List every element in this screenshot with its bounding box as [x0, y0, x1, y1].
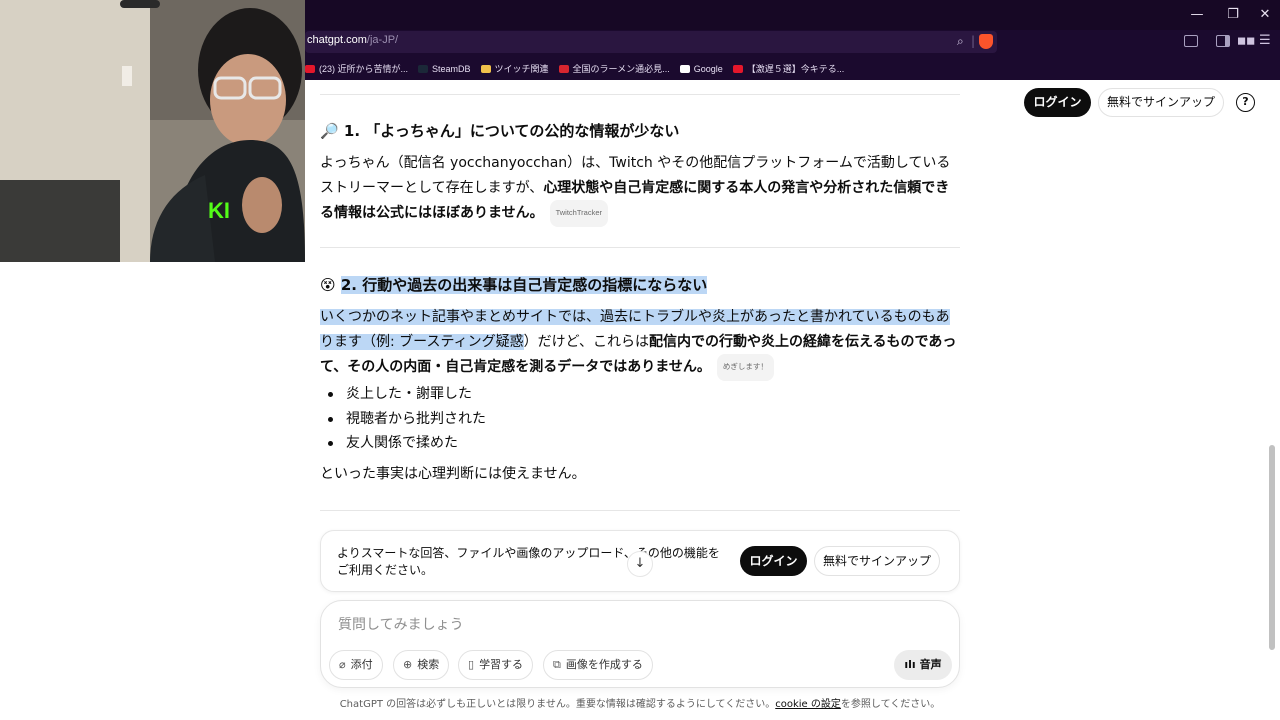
bookmark-favicon-icon	[732, 65, 743, 73]
separator: |	[971, 34, 976, 48]
bookmark-label: 【激遅５選】今キテる...	[746, 64, 845, 74]
magnifier-emoji-icon: 🔎	[320, 122, 339, 140]
close-window-button[interactable]: ✕	[1253, 4, 1277, 26]
section-title-2: 2. 行動や過去の出来事は自己肯定感の指標にならない	[340, 276, 708, 294]
paperclip-icon: ⌀	[339, 658, 346, 671]
sidebar-toggle-icon[interactable]	[1216, 35, 1230, 47]
svg-text:KI: KI	[208, 198, 230, 223]
promo-text: よりスマートな回答、ファイルや画像のアップロード、その他の機能をご利用ください。	[337, 546, 720, 577]
cookie-settings-link[interactable]: cookie の設定	[775, 699, 841, 710]
bookmark-item[interactable]: SteamDB	[418, 64, 471, 74]
disclaimer-text-end: を参照してください。	[840, 699, 941, 710]
voice-label: 音声	[919, 658, 942, 671]
zoom-icon[interactable]: ⌕	[957, 34, 964, 49]
brave-shields-icon[interactable]	[979, 34, 993, 49]
signup-button[interactable]: 無料でサインアップ	[1098, 88, 1224, 117]
bookmarks-bar: (23) 近所から苦情が... SteamDB ツイッチ関連 全国のラーメン通必見..…	[305, 58, 854, 76]
create-image-label: 画像を作成する	[565, 658, 643, 671]
webcam-overlay: KI	[0, 0, 305, 262]
bookmark-favicon-icon	[305, 65, 315, 73]
citation-chip[interactable]: めぎします！	[716, 354, 774, 381]
divider	[320, 94, 960, 95]
login-button[interactable]: ログイン	[1024, 88, 1091, 117]
webcam-image: KI	[0, 0, 305, 262]
bookmark-favicon-icon	[558, 65, 569, 73]
scrollbar[interactable]	[1268, 80, 1276, 720]
bookmark-favicon-icon	[418, 64, 429, 73]
url-text: chatgpt.com/ja-JP/	[307, 34, 399, 46]
disclaimer: ChatGPT の回答は必ずしも正しいとは限りません。重要な情報は確認するように…	[320, 695, 960, 710]
tab-search-icon[interactable]	[1184, 35, 1198, 47]
section-title-1: 1. 「よっちゃん」についての公的な情報が少ない	[343, 122, 680, 140]
waveform-icon: ılı	[904, 658, 916, 671]
conclusion-text: といった事実は心理判断には使えません。	[320, 466, 586, 482]
promo-signup-button[interactable]: 無料でサインアップ	[814, 546, 940, 576]
list-item: 視聴者から批判された	[326, 407, 486, 432]
list-item: 友人関係で揉めた	[326, 431, 486, 456]
divider	[320, 247, 960, 248]
study-label: 学習する	[479, 658, 524, 671]
bookmark-label: (23) 近所から苦情が...	[319, 64, 409, 74]
divider	[320, 510, 960, 511]
bookmark-item[interactable]: 全国のラーメン通必見...	[558, 62, 670, 75]
paragraph-text: ）だけど、これらは	[523, 333, 649, 350]
citation-chip[interactable]: TwitchTracker	[549, 200, 608, 227]
bookmark-favicon-icon	[679, 64, 690, 73]
attach-label: 添付	[350, 658, 373, 671]
bookmark-item[interactable]: 【激遅５選】今キテる...	[732, 62, 845, 75]
promo-login-button[interactable]: ログイン	[740, 546, 807, 576]
bookmark-label: 全国のラーメン通必見...	[572, 64, 670, 74]
prompt-input[interactable]	[338, 615, 938, 635]
highlighted-text: （例: ブースティング疑惑	[362, 333, 524, 350]
scrollbar-thumb[interactable]	[1269, 445, 1275, 650]
help-icon[interactable]: ?	[1236, 93, 1255, 112]
scroll-down-arrow-icon[interactable]: ↓	[627, 551, 653, 577]
minimize-button[interactable]: —	[1185, 4, 1209, 26]
search-button[interactable]: ⊕ 検索	[393, 650, 450, 680]
bookmark-item[interactable]: (23) 近所から苦情が...	[305, 62, 408, 75]
disclaimer-text: ChatGPT の回答は必ずしも正しいとは限りません。重要な情報は確認するように…	[339, 699, 776, 710]
bookmark-label: SteamDB	[432, 63, 471, 74]
search-label: 検索	[417, 658, 440, 671]
section-heading-1: 🔎 1. 「よっちゃん」についての公的な情報が少ない	[320, 120, 679, 142]
image-icon: ⧉	[553, 658, 561, 671]
section-heading-2: 😵 2. 行動や過去の出来事は自己肯定感の指標にならない	[320, 274, 708, 296]
voice-button[interactable]: ılı 音声	[894, 650, 952, 680]
section-paragraph-2: いくつかのネット記事やまとめサイトでは、過去にトラブルや炎上があったと書かれてい…	[320, 305, 962, 381]
dizzy-face-emoji-icon: 😵	[320, 276, 336, 294]
list-item: 炎上した・謝罪した	[326, 382, 486, 407]
menu-icon[interactable]: ☰	[1259, 33, 1271, 48]
restore-button[interactable]: ❐	[1221, 4, 1245, 26]
section-paragraph-1: よっちゃん（配信名 yocchanyocchan）は、Twitch やその他配信…	[320, 151, 962, 227]
bookmark-favicon-icon	[480, 65, 491, 73]
globe-icon: ⊕	[403, 658, 413, 671]
bookmark-label: Google	[693, 63, 723, 74]
book-icon: ▯	[468, 658, 475, 671]
bookmark-label: ツイッチ関連	[494, 64, 549, 74]
reader-icon[interactable]: ◼◼	[1237, 34, 1255, 47]
bullet-list: 炎上した・謝罪した 視聴者から批判された 友人関係で揉めた	[326, 382, 486, 456]
create-image-button[interactable]: ⧉ 画像を作成する	[543, 650, 653, 680]
address-bar[interactable]: chatgpt.com/ja-JP/ ⌕ |	[305, 31, 997, 53]
attach-button[interactable]: ⌀ 添付	[329, 650, 383, 680]
study-button[interactable]: ▯ 学習する	[458, 650, 534, 680]
composer: ⌀ 添付 ⊕ 検索 ▯ 学習する ⧉ 画像を作成する ılı音声	[320, 600, 960, 688]
bookmark-item[interactable]: ツイッチ関連	[480, 62, 549, 75]
bookmark-item[interactable]: Google	[679, 63, 723, 74]
